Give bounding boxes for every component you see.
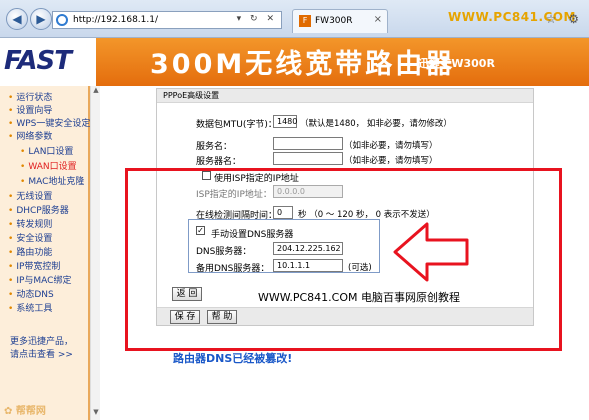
bullet-icon: • (8, 248, 14, 258)
screenshot-root: ◀ ▶ http://192.168.1.1/ ▾ ↻ ✕ F FW300R ×… (0, 0, 589, 420)
fast-logo: FAST (4, 46, 72, 76)
favorites-settings-icon[interactable]: ☆ ⚙ (546, 12, 583, 26)
sidebar-item-network[interactable]: • 网络参数 (8, 129, 52, 142)
address-tools-icon[interactable]: ▾ ↻ ✕ (237, 14, 277, 24)
sidebar-item-routing[interactable]: • 路由功能 (8, 245, 52, 258)
mtu-label: 数据包MTU(字节)： (196, 120, 277, 130)
tab-favicon-icon: F (299, 15, 311, 27)
address-url: http://192.168.1.1/ (73, 15, 158, 25)
bullet-icon: • (8, 132, 14, 142)
bullet-icon: • (8, 234, 14, 244)
bullet-icon: • (20, 162, 26, 172)
sidebar-item-ddns[interactable]: • 动态DNS (8, 287, 54, 300)
router-header: FAST 300M无线宽带路由器 迅捷 FW300R (0, 38, 589, 86)
more-products-link[interactable]: 更多迅捷产品， 请点击查看 >> (10, 336, 73, 362)
mtu-input[interactable]: 1480 (273, 115, 297, 128)
bullet-icon: • (8, 206, 14, 216)
address-bar[interactable]: http://192.168.1.1/ ▾ ↻ ✕ (52, 11, 282, 29)
ie-globe-icon (56, 14, 68, 26)
sidebar-item-wizard[interactable]: • 设置向导 (8, 103, 52, 116)
bullet-icon: • (8, 119, 14, 129)
bullet-icon: • (8, 262, 14, 272)
service-name-hint: （如非必要，请勿填写） (344, 141, 438, 151)
server-name-input[interactable] (273, 152, 343, 165)
service-name-input[interactable] (273, 137, 343, 150)
sidebar-item-system[interactable]: • 系统工具 (8, 301, 52, 314)
header-model: 迅捷 FW300R (418, 57, 495, 70)
bullet-icon: • (8, 276, 14, 286)
sidebar-item-wan[interactable]: • WAN口设置 (20, 159, 77, 172)
bullet-icon: • (8, 106, 14, 116)
sidebar-item-wps[interactable]: • WPS一键安全设定 (8, 116, 90, 129)
sidebar-item-ip-mac[interactable]: • IP与MAC绑定 (8, 273, 71, 286)
watermark-middle: WWW.PC841.COM 电脑百事网原创教程 (258, 291, 460, 304)
back-arrow-icon: ◀ (12, 12, 22, 26)
tab-close-icon[interactable]: × (374, 14, 382, 25)
logo-area: FAST (0, 38, 96, 86)
sidebar-item-wireless[interactable]: • 无线设置 (8, 189, 52, 202)
bullet-icon: • (8, 220, 14, 230)
sidebar-item-forwarding[interactable]: • 转发规则 (8, 217, 52, 230)
left-arrow-icon (393, 222, 469, 282)
server-name-label: 服务器名： (196, 157, 242, 167)
panel-title: PPPoE高级设置 (157, 89, 533, 103)
bullet-icon: • (20, 147, 26, 157)
scrollbar[interactable]: ▲ ▼ (90, 86, 100, 420)
sidebar-item-lan[interactable]: • LAN口设置 (20, 144, 73, 157)
back-button[interactable]: ◀ (6, 8, 28, 30)
header-title: 300M无线宽带路由器 (150, 49, 456, 80)
server-name-hint: （如非必要，请勿填写） (344, 156, 438, 166)
bullet-icon: • (8, 192, 14, 202)
sidebar-item-security[interactable]: • 安全设置 (8, 231, 52, 244)
sidebar-item-status[interactable]: • 运行状态 (8, 90, 52, 103)
highlight-box (125, 168, 562, 351)
bullet-icon: • (8, 304, 14, 314)
caption: 路由器DNS已经被篡改! (173, 352, 293, 365)
browser-tab[interactable]: F FW300R × (292, 9, 388, 33)
bottom-logo: ✿ 帮帮网 (4, 406, 46, 417)
scroll-up-icon[interactable]: ▲ (91, 86, 101, 96)
browser-toolbar: ◀ ▶ http://192.168.1.1/ ▾ ↻ ✕ F FW300R ×… (0, 0, 589, 38)
sidebar-item-mac-clone[interactable]: • MAC地址克隆 (20, 174, 84, 187)
bullet-icon: • (8, 290, 14, 300)
mtu-hint: （默认是1480， 如非必要，请勿修改） (300, 119, 452, 129)
bullet-icon: • (8, 93, 14, 103)
sidebar: • 运行状态 • 设置向导 • WPS一键安全设定 • 网络参数 • LAN口设置 • WA… (0, 86, 90, 420)
sidebar-item-bandwidth[interactable]: • IP带宽控制 (8, 259, 60, 272)
forward-arrow-icon: ▶ (36, 12, 46, 26)
bullet-icon: • (20, 177, 26, 187)
service-name-label: 服务名： (196, 142, 233, 152)
scroll-down-icon[interactable]: ▼ (91, 408, 101, 418)
tab-title: FW300R (315, 16, 353, 26)
forward-button[interactable]: ▶ (30, 8, 52, 30)
sidebar-item-dhcp[interactable]: • DHCP服务器 (8, 203, 69, 216)
